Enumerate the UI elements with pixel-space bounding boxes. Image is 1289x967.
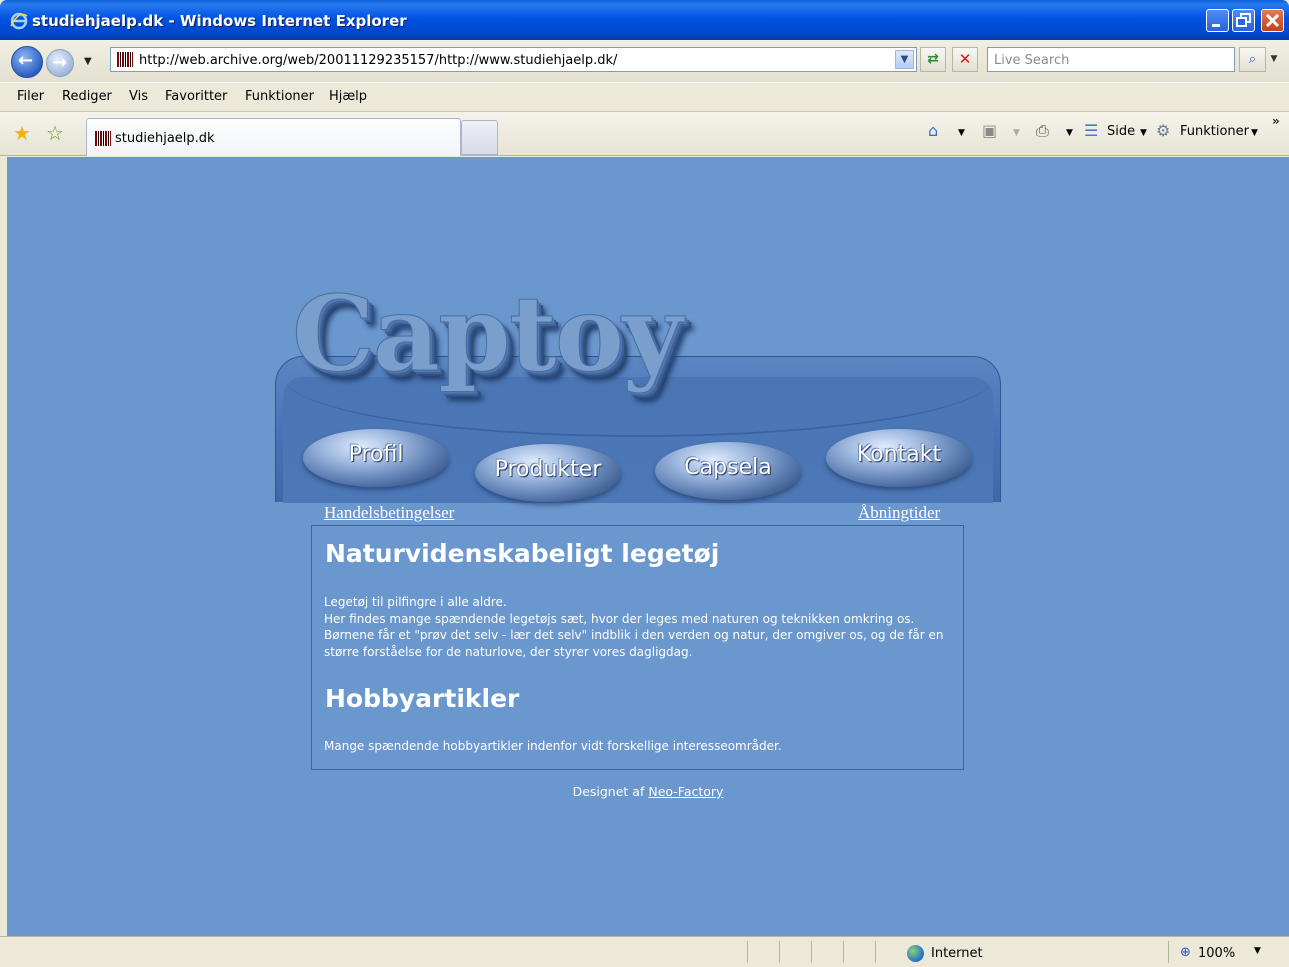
page-menu-button[interactable]: Side xyxy=(1107,124,1135,139)
toolbar-overflow-chevron[interactable]: » xyxy=(1272,114,1280,128)
status-divider xyxy=(747,941,748,963)
tools-menu-button[interactable]: Funktioner xyxy=(1180,124,1249,139)
back-arrow-icon: ← xyxy=(18,50,34,71)
new-tab-button[interactable] xyxy=(461,120,498,155)
recent-pages-dropdown[interactable]: ▼ xyxy=(84,56,92,67)
back-button[interactable]: ← xyxy=(11,46,43,78)
captoy-logo: Captoy xyxy=(292,272,684,396)
menu-vis[interactable]: Vis xyxy=(129,89,148,104)
address-field[interactable]: http://web.archive.org/web/2001112923515… xyxy=(110,47,917,72)
favorites-center-icon[interactable]: ★ xyxy=(13,121,31,145)
handelsbetingelser-link[interactable]: Handelsbetingelser xyxy=(324,503,454,523)
nav-capsela-label: Capsela xyxy=(684,455,772,480)
status-bar: Internet ⊕ 100% ▼ xyxy=(0,936,1289,967)
stop-button[interactable]: ✕ xyxy=(952,47,978,72)
menu-filer[interactable]: Filer xyxy=(17,89,44,104)
minimize-button[interactable] xyxy=(1206,9,1229,32)
section-heading-legetoj: Naturvidenskabeligt legetøj xyxy=(325,539,720,568)
print-icon[interactable]: ⎙ xyxy=(1036,121,1049,141)
page-dropdown[interactable]: ▼ xyxy=(1140,128,1147,138)
title-bar: studiehjaelp.dk - Windows Internet Explo… xyxy=(0,0,1289,40)
restore-button[interactable] xyxy=(1232,9,1255,32)
menu-favoritter[interactable]: Favoritter xyxy=(165,89,227,104)
text-line: Børnene får et "prøv det selv - lær det … xyxy=(324,628,944,642)
zoom-icon[interactable]: ⊕ xyxy=(1180,945,1191,960)
internet-zone-icon xyxy=(907,945,924,962)
text-line: større forståelse for de naturlove, der … xyxy=(324,644,693,659)
security-zone-label[interactable]: Internet xyxy=(931,946,983,961)
home-icon[interactable]: ⌂ xyxy=(928,121,938,140)
nav-capsela-button[interactable]: Capsela xyxy=(655,442,801,500)
footer-credit: Designet af Neo-Factory xyxy=(7,784,1289,799)
search-input[interactable]: Live Search xyxy=(987,47,1235,72)
stop-icon: ✕ xyxy=(958,50,972,68)
tab-studiehjaelp[interactable]: studiehjaelp.dk xyxy=(86,118,461,156)
nav-produkter-button[interactable]: Produkter xyxy=(475,444,621,502)
forward-button[interactable]: → xyxy=(46,49,74,77)
search-options-dropdown[interactable]: ▼ xyxy=(1267,47,1281,72)
address-dropdown-button[interactable]: ▼ xyxy=(895,50,914,69)
browser-window: studiehjaelp.dk - Windows Internet Explo… xyxy=(0,0,1289,967)
site-favicon-icon xyxy=(117,52,133,67)
section-text-hobby: Mange spændende hobbyartikler indenfor v… xyxy=(324,739,782,753)
tab-command-bar: ★ ☆ studiehjaelp.dk ⌂ ▼ ▣ ▼ ⎙ ▼ ☰ Side ▼… xyxy=(0,112,1289,156)
status-divider xyxy=(811,941,812,963)
forward-arrow-icon: → xyxy=(52,52,68,73)
tools-gear-icon: ⚙ xyxy=(1156,121,1171,140)
refresh-icon: ⇄ xyxy=(927,51,939,67)
text-line: Legetøj til pilfingre i alle aldre. xyxy=(324,595,507,609)
window-title: studiehjaelp.dk - Windows Internet Explo… xyxy=(32,12,407,30)
search-button[interactable]: ⌕ xyxy=(1239,47,1266,72)
status-divider xyxy=(779,941,780,963)
refresh-button[interactable]: ⇄ xyxy=(920,47,946,72)
neo-factory-link[interactable]: Neo-Factory xyxy=(648,784,723,799)
nav-profil-button[interactable]: Profil xyxy=(303,429,449,487)
tab-label: studiehjaelp.dk xyxy=(115,131,215,146)
nav-produkter-label: Produkter xyxy=(494,457,602,482)
nav-profil-label: Profil xyxy=(348,442,404,467)
section-heading-hobby: Hobbyartikler xyxy=(325,684,520,713)
feeds-icon[interactable]: ▣ xyxy=(982,121,997,140)
tools-dropdown[interactable]: ▼ xyxy=(1251,128,1258,138)
menu-rediger[interactable]: Rediger xyxy=(62,89,112,104)
address-toolbar: ← → ▼ http://web.archive.org/web/2001112… xyxy=(0,40,1289,82)
footer-prefix: Designet af xyxy=(572,784,645,799)
status-divider xyxy=(1168,941,1169,963)
close-icon xyxy=(1265,13,1280,28)
internet-explorer-icon xyxy=(10,12,28,30)
text-line: Her findes mange spændende legetøjs sæt,… xyxy=(324,611,915,626)
restore-icon xyxy=(1236,13,1251,27)
search-icon: ⌕ xyxy=(1248,52,1257,67)
status-divider xyxy=(875,941,876,963)
close-button[interactable] xyxy=(1261,9,1284,32)
zoom-level[interactable]: 100% xyxy=(1198,946,1235,961)
add-favorites-icon[interactable]: ☆ xyxy=(46,121,64,145)
address-url[interactable]: http://web.archive.org/web/2001112923515… xyxy=(139,53,617,68)
home-dropdown[interactable]: ▼ xyxy=(958,128,965,138)
page-icon: ☰ xyxy=(1084,121,1099,140)
aabningstider-link[interactable]: Åbningtider xyxy=(858,503,940,523)
tab-favicon-icon xyxy=(95,131,111,146)
nav-kontakt-label: Kontakt xyxy=(856,442,942,467)
menu-bar: Filer Rediger Vis Favoritter Funktioner … xyxy=(0,82,1289,112)
zoom-dropdown[interactable]: ▼ xyxy=(1254,946,1261,956)
page-viewport: Captoy Profil Produkter Capsela Kontakt … xyxy=(7,157,1289,936)
minimize-icon xyxy=(1212,24,1220,27)
section-text-legetoj: Legetøj til pilfingre i alle aldre. Her … xyxy=(324,594,943,660)
feeds-dropdown[interactable]: ▼ xyxy=(1013,128,1020,138)
menu-hjaelp[interactable]: Hjælp xyxy=(329,89,367,104)
nav-kontakt-button[interactable]: Kontakt xyxy=(826,429,972,487)
status-divider xyxy=(843,941,844,963)
print-dropdown[interactable]: ▼ xyxy=(1066,128,1073,138)
search-placeholder: Live Search xyxy=(994,53,1070,68)
menu-funktioner[interactable]: Funktioner xyxy=(245,89,314,104)
content-box: Naturvidenskabeligt legetøj Legetøj til … xyxy=(311,525,964,770)
